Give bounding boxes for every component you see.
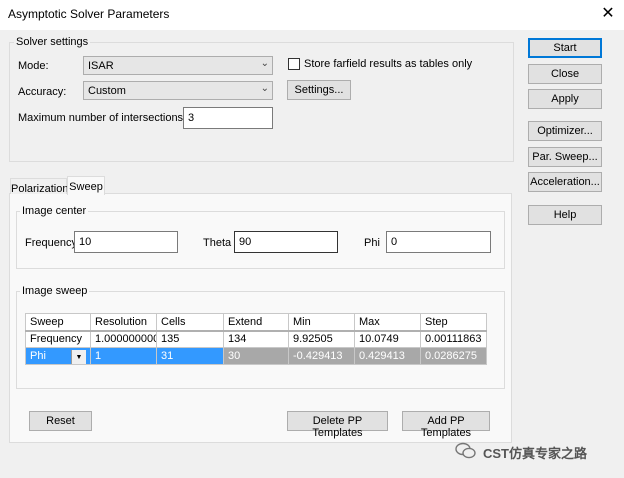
table-cell[interactable]: 0.00111863 [420, 330, 487, 348]
table-header-row: Sweep Resolution Cells Extend Min Max St… [25, 313, 487, 332]
image-sweep-table: Sweep Resolution Cells Extend Min Max St… [25, 313, 487, 365]
close-icon[interactable]: ✕ [598, 4, 618, 24]
table-cell[interactable]: 10.0749 [354, 330, 421, 348]
table-cell[interactable]: 9.92505 [288, 330, 355, 348]
sweep-combo-cell[interactable]: Phi ▼ [25, 347, 91, 365]
optimizer-button[interactable]: Optimizer... [528, 121, 602, 141]
accuracy-value: Custom [88, 85, 126, 97]
help-button[interactable]: Help [528, 205, 602, 225]
table-cell: Phi [30, 350, 46, 362]
mode-label: Mode: [18, 60, 49, 72]
phi-label: Phi [364, 237, 380, 249]
table-cell[interactable]: 1.00000000000000 [90, 330, 157, 348]
window-title: Asymptotic Solver Parameters [8, 7, 170, 21]
phi-input[interactable]: 0 [386, 231, 491, 253]
column-header[interactable]: Max [354, 313, 421, 332]
dropdown-arrow-icon[interactable]: ▼ [71, 350, 86, 364]
tab-polarization[interactable]: Polarization [10, 178, 68, 195]
theta-value: 90 [239, 236, 252, 248]
theta-label: Theta [203, 237, 232, 249]
column-header[interactable]: Sweep [25, 313, 91, 332]
table-cell[interactable]: 1 [90, 347, 157, 365]
accuracy-select[interactable]: Custom ⌄ [83, 81, 273, 100]
tab-sweep[interactable]: Sweep [67, 176, 105, 195]
table-row[interactable]: Frequency 1.00000000000000 135 134 9.925… [25, 330, 487, 348]
theta-input[interactable]: 90 [234, 231, 338, 253]
table-cell[interactable]: Frequency [25, 330, 91, 348]
accuracy-label: Accuracy: [18, 86, 67, 98]
close-button[interactable]: Close [528, 64, 602, 84]
store-farfield-label: Store farfield results as tables only [304, 58, 473, 70]
chevron-down-icon: ⌄ [260, 83, 269, 94]
settings-button[interactable]: Settings... [287, 80, 351, 100]
frequency-value: 10 [79, 236, 92, 248]
max-intersections-label: Maximum number of intersections: [18, 112, 187, 124]
delete-pp-templates-button[interactable]: Delete PP Templates [287, 411, 388, 439]
start-button[interactable]: Start [528, 38, 602, 58]
table-cell[interactable]: 31 [156, 347, 224, 365]
column-header[interactable]: Min [288, 313, 355, 332]
par-sweep-button[interactable]: Par. Sweep... [528, 147, 602, 167]
store-farfield-checkbox[interactable] [288, 58, 300, 70]
column-header[interactable]: Cells [156, 313, 224, 332]
watermark: CST仿真专家之路 [455, 441, 615, 461]
table-cell[interactable]: 135 [156, 330, 224, 348]
acceleration-button[interactable]: Acceleration... [528, 172, 602, 192]
chevron-down-icon: ⌄ [260, 58, 269, 69]
column-header[interactable]: Resolution [90, 313, 157, 332]
table-cell[interactable]: 134 [223, 330, 289, 348]
column-header[interactable]: Extend [223, 313, 289, 332]
table-cell[interactable]: 30 [223, 347, 289, 365]
phi-value: 0 [391, 236, 398, 248]
max-intersections-input[interactable]: 3 [183, 107, 273, 129]
reset-button[interactable]: Reset [29, 411, 92, 431]
mode-select[interactable]: ISAR ⌄ [83, 56, 273, 75]
frequency-input[interactable]: 10 [74, 231, 178, 253]
image-sweep-legend: Image sweep [20, 285, 90, 297]
table-cell[interactable]: -0.429413 [288, 347, 355, 365]
table-cell[interactable]: 0.0286275 [420, 347, 487, 365]
mode-value: ISAR [88, 60, 114, 72]
wechat-icon [455, 442, 476, 459]
table-row[interactable]: Phi ▼ 1 31 30 -0.429413 0.429413 0.02862… [25, 347, 487, 365]
image-center-legend: Image center [20, 205, 89, 217]
add-pp-templates-button[interactable]: Add PP Templates [402, 411, 490, 439]
frequency-label: Frequency [25, 237, 77, 249]
max-intersections-value: 3 [188, 112, 195, 124]
table-cell[interactable]: 0.429413 [354, 347, 421, 365]
column-header[interactable]: Step [420, 313, 487, 332]
apply-button[interactable]: Apply [528, 89, 602, 109]
watermark-text: CST仿真专家之路 [483, 446, 588, 461]
solver-settings-legend: Solver settings [14, 36, 91, 48]
